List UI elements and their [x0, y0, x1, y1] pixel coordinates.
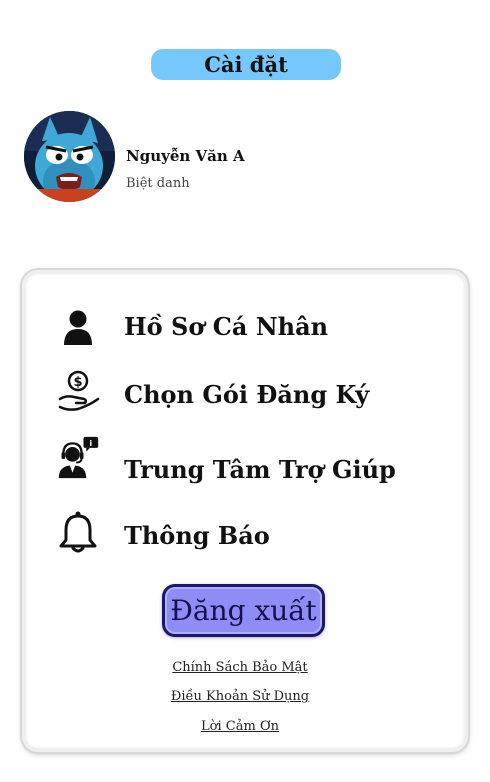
svg-text:i: i	[89, 438, 92, 448]
logout-button[interactable]: Đăng xuất	[162, 584, 325, 637]
profile-name: Nguyễn Văn A	[126, 147, 245, 165]
privacy-policy-link[interactable]: Chính Sách Bảo Mật	[0, 660, 480, 675]
menu-item-label: Thông Báo	[124, 521, 270, 550]
cartoon-cat-avatar-icon	[24, 111, 115, 202]
terms-of-use-link[interactable]: Điều Khoản Sử Dụng	[0, 689, 480, 704]
bell-icon	[56, 509, 100, 555]
menu-item-label: Chọn Gói Đăng Ký	[124, 380, 370, 409]
person-icon	[56, 306, 100, 352]
dollar-hand-icon: $	[56, 368, 100, 414]
svg-text:$: $	[73, 375, 82, 390]
avatar[interactable]	[24, 111, 115, 202]
menu-item-label: Hồ Sơ Cá Nhân	[124, 312, 329, 341]
profile-nickname: Biệt danh	[126, 176, 190, 191]
support-agent-icon: i	[56, 435, 100, 481]
menu-item-profile[interactable]: Hồ Sơ Cá Nhân	[56, 306, 328, 352]
acknowledgements-link[interactable]: Lời Cảm Ơn	[0, 719, 480, 734]
page-title: Cài đặt	[151, 49, 341, 80]
menu-item-help-center[interactable]: i Trung Tâm Trợ Giúp	[56, 435, 396, 484]
menu-item-label: Trung Tâm Trợ Giúp	[124, 455, 396, 484]
menu-item-notifications[interactable]: Thông Báo	[56, 509, 270, 555]
menu-item-subscription[interactable]: $ Chọn Gói Đăng Ký	[56, 368, 369, 414]
